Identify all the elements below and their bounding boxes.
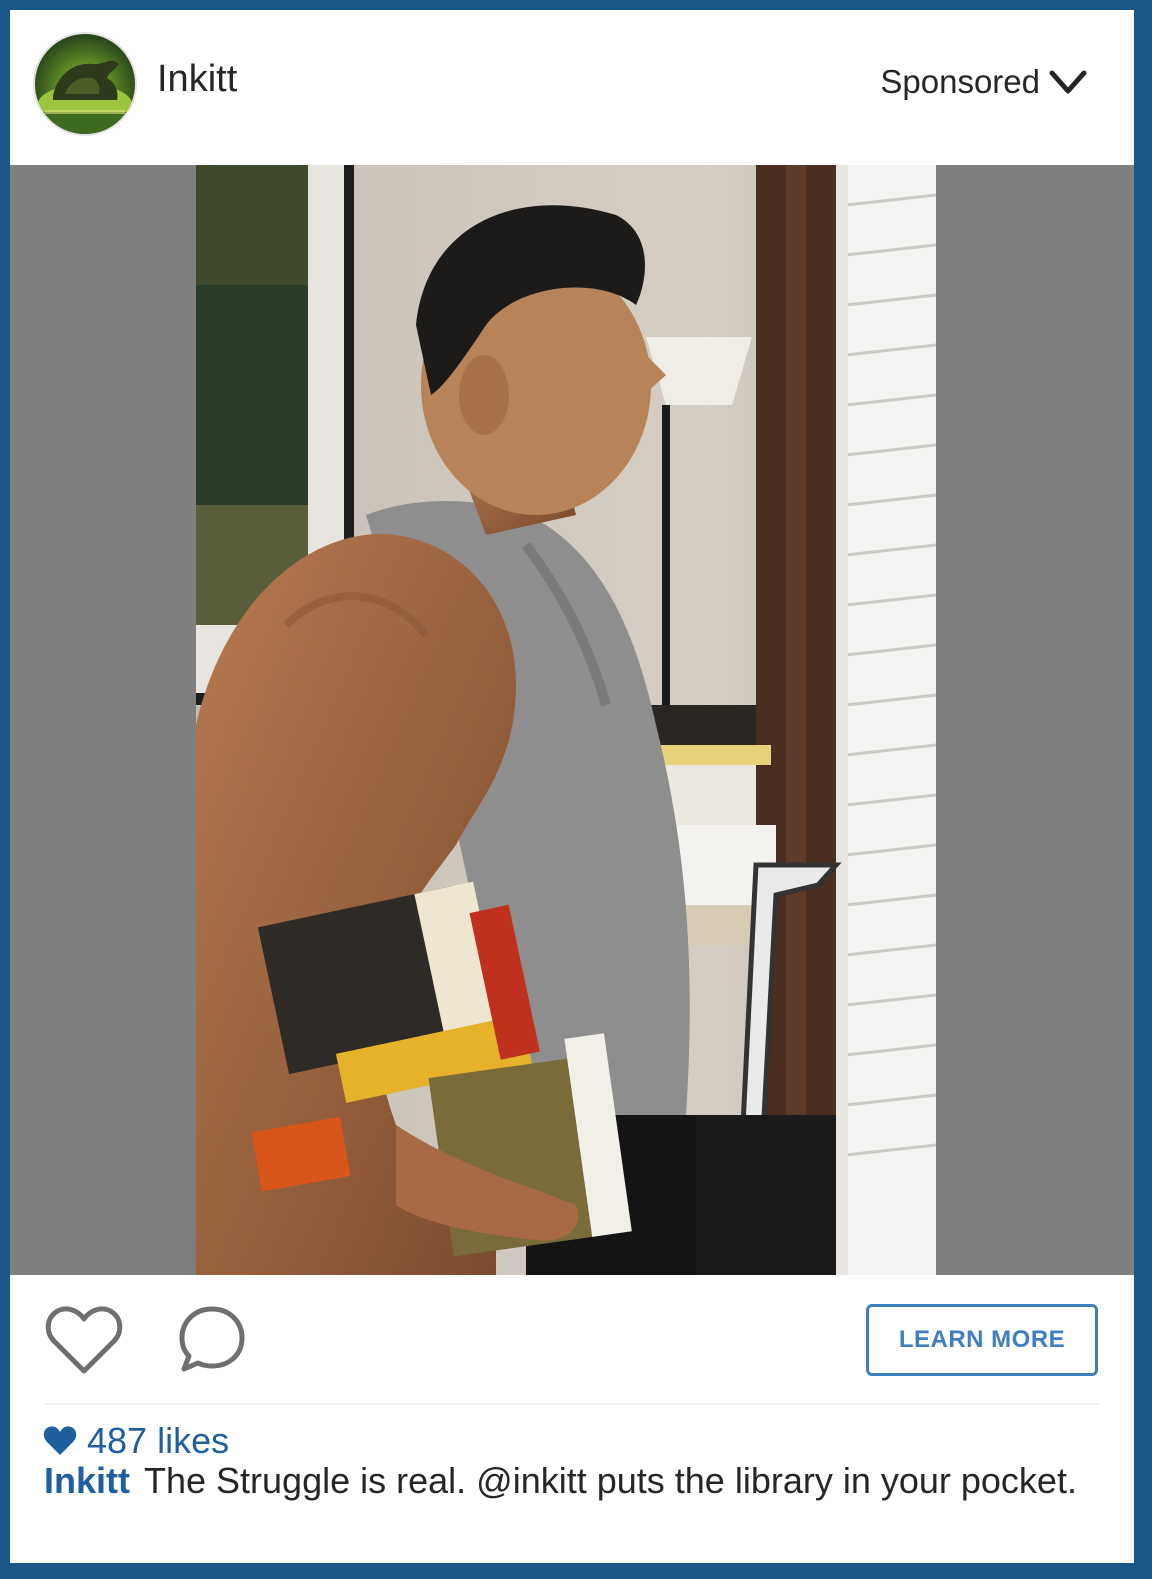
post-photo [196,165,936,1275]
likes-label: likes [157,1420,230,1461]
learn-more-button[interactable]: LEARN MORE [866,1304,1098,1376]
chevron-down-icon[interactable] [1048,65,1088,99]
account-avatar[interactable] [33,32,137,136]
caption-username[interactable]: Inkitt [44,1460,130,1501]
heart-filled-icon [43,1426,77,1455]
likes-count: 487 [87,1420,148,1461]
post-media[interactable] [10,165,1134,1275]
post-header: Inkitt Sponsored [10,10,1134,165]
sponsored-post-card: Inkitt Sponsored LEARN MORE 487 likes In… [10,10,1134,1563]
likes-row[interactable]: 487 likes [43,1420,229,1462]
post-caption: Inkitt The Struggle is real. @inkitt puts… [44,1458,1084,1504]
photo-man-holding-books [196,165,936,1275]
account-name[interactable]: Inkitt [157,58,237,101]
comment-bubble-icon[interactable] [176,1303,248,1375]
sponsored-label[interactable]: Sponsored [880,63,1040,101]
post-actions: LEARN MORE [10,1275,1134,1405]
divider [44,1403,1100,1405]
heart-outline-icon[interactable] [44,1303,124,1377]
inkitt-logo-avatar [35,60,135,134]
caption-text: The Struggle is real. @inkitt puts the l… [144,1460,1077,1501]
